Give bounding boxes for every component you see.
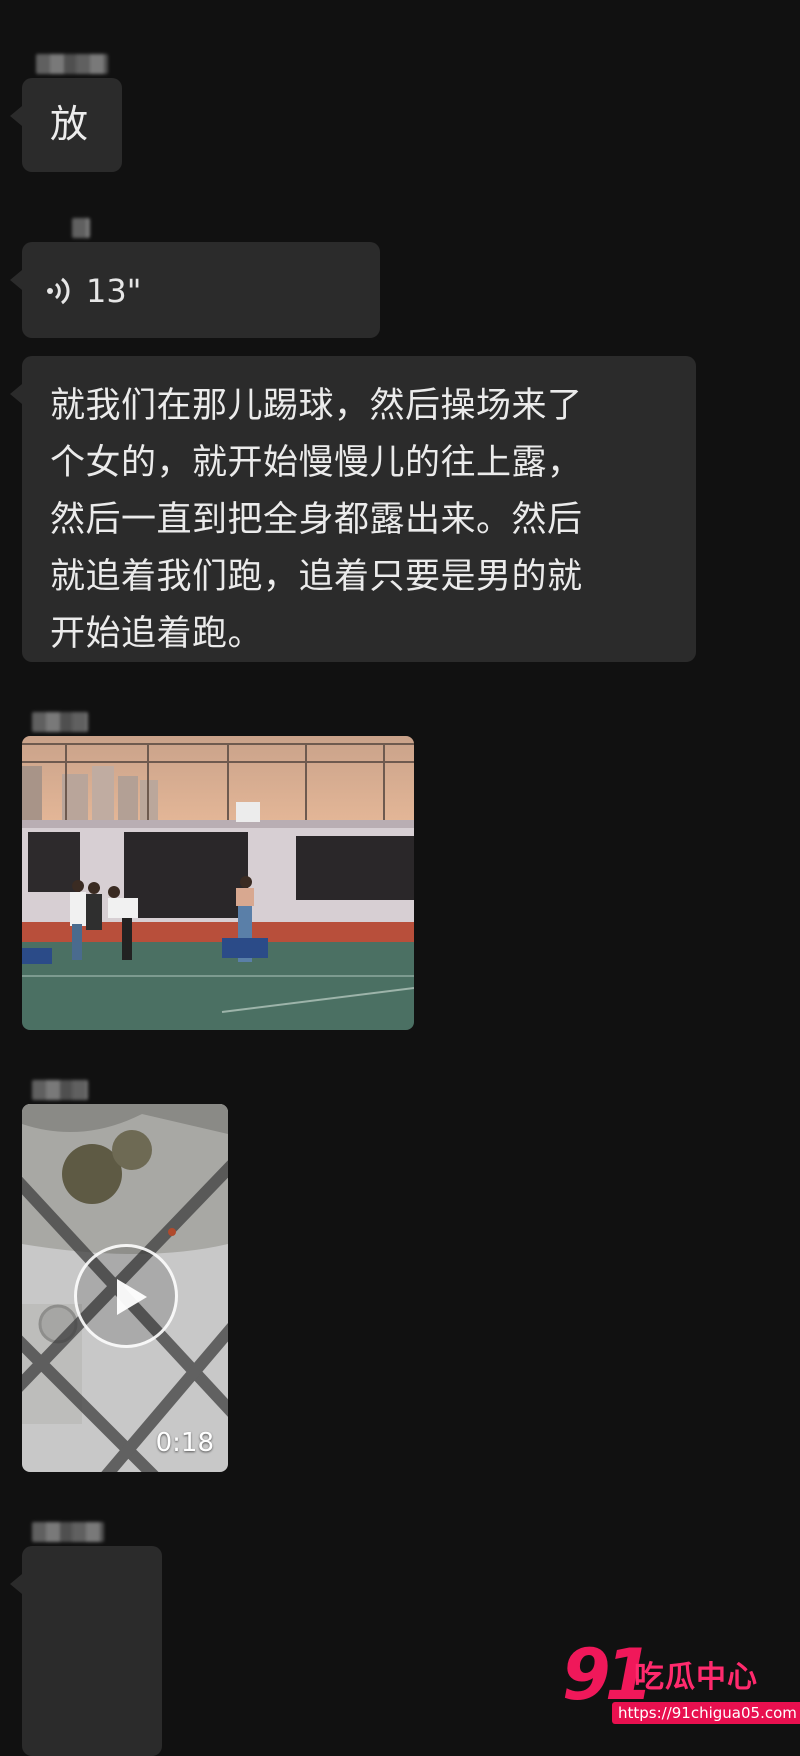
watermark-title: 吃瓜中心 [634,1660,758,1695]
video-duration: 0:18 [155,1428,214,1458]
message-bubble-long-text[interactable]: 就我们在那儿踢球，然后操场来了 个女的，就开始慢慢儿的往上露， 然后一直到把全身… [10,356,696,663]
voice-duration: 13" [86,272,142,310]
sender-name-redacted [36,54,108,74]
image-message-sports-field[interactable] [22,736,414,1030]
message-bubble-text[interactable]: 放 [10,78,122,172]
sender-name-redacted [32,1080,88,1100]
voice-message-bubble[interactable]: 13" [10,242,380,338]
sports-field-photo [22,736,414,1030]
message-text-line: 开始追着跑。 [50,614,264,654]
sender-name-redacted [32,1522,104,1542]
voice-wave-icon [46,276,72,306]
message-text-block: 就我们在那儿踢球，然后操场来了 个女的，就开始慢慢儿的往上露， 然后一直到把全身… [50,378,672,663]
play-icon[interactable] [74,1244,178,1348]
watermark-url: https://91chigua05.com [612,1702,800,1724]
message-text-line: 就我们在那儿踢球，然后操场来了 [50,386,583,426]
message-text-line: 个女的，就开始慢慢儿的往上露， [50,443,583,483]
message-bubble-partial[interactable] [10,1546,162,1756]
message-text: 放 [50,102,89,146]
voice-message-content: 13" [46,272,141,310]
message-text-line: 就追着我们跑，追着只要是男的就 [50,557,583,597]
sender-name-redacted [32,712,88,732]
message-text-line: 然后一直到把全身都露出来。然后 [50,500,583,540]
watermark-logo: 91 吃瓜中心 https://91chigua05.com [562,1634,800,1736]
video-message[interactable]: 0:18 [22,1104,228,1472]
sender-name-redacted [72,218,90,238]
